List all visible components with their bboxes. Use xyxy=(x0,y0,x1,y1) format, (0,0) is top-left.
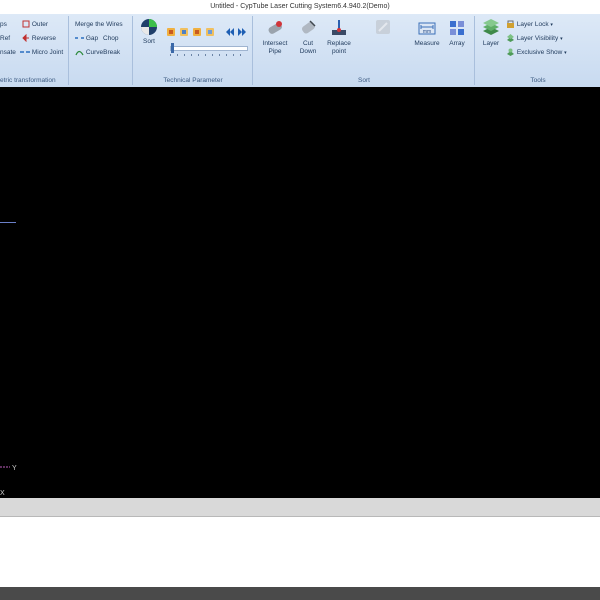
chevron-down-icon: ▾ xyxy=(560,36,563,42)
measure-button[interactable]: mm Measure xyxy=(412,18,442,48)
ribbon-item-label: Chop xyxy=(103,35,119,42)
param-layer-icon-1[interactable] xyxy=(167,28,175,36)
measure-icon: mm xyxy=(418,22,436,35)
ribbon-item-label: nsate xyxy=(0,49,16,56)
curve-break-button[interactable]: CurveBreak xyxy=(75,48,120,57)
layer-lock-icon xyxy=(507,20,514,29)
origin-marker-line xyxy=(0,222,16,223)
param-layer-icon-3[interactable] xyxy=(193,28,201,36)
intersect-pipe-button[interactable]: Intersect Pipe xyxy=(258,18,292,55)
ribbon: ps Outer Ref Reverse nsate Micro Joint e… xyxy=(0,14,600,88)
ribbon-item-label: Gap xyxy=(85,35,99,42)
axis-y-label: Y xyxy=(12,465,17,472)
group-label: Sort xyxy=(358,77,370,84)
replace-point-button[interactable]: Replace point xyxy=(324,18,354,55)
ribbon-item-ps[interactable]: ps xyxy=(0,20,7,29)
ribbon-item-label: CurveBreak xyxy=(85,49,121,56)
intersect-pipe-icon xyxy=(268,21,282,34)
replace-point-label: Replace point xyxy=(327,40,351,55)
ribbon-item-label: Ref xyxy=(0,35,11,42)
group-label: Technical Parameter xyxy=(163,77,223,84)
exclusive-show-label: Exclusive Show xyxy=(516,49,563,56)
array-label: Array xyxy=(449,40,465,47)
output-console[interactable] xyxy=(0,517,600,587)
horizontal-splitter[interactable] xyxy=(0,498,600,517)
group-tools: Layer Layer Lock ▾ Layer Visibility ▾ Ex… xyxy=(476,16,600,85)
gap-button[interactable]: Gap xyxy=(75,34,98,43)
drawing-canvas[interactable]: Y X xyxy=(0,87,600,498)
chevron-down-icon: ▾ xyxy=(550,22,553,28)
rewind-icon[interactable] xyxy=(226,28,234,36)
ribbon-item-label: Outer xyxy=(31,21,49,28)
ribbon-item-label: Merge the Wires xyxy=(75,21,123,28)
param-layer-icon-2[interactable] xyxy=(180,28,188,36)
group-label: Tools xyxy=(530,77,546,84)
group-geometric-transformation: ps Outer Ref Reverse nsate Micro Joint e… xyxy=(0,16,69,85)
disabled-sort-button xyxy=(366,18,400,38)
layer-button[interactable]: Layer xyxy=(478,18,504,48)
curve-break-icon xyxy=(75,51,84,56)
fast-forward-icon[interactable] xyxy=(238,28,246,36)
group-sort: Intersect Pipe Cut Down Replace point mm… xyxy=(254,16,475,85)
layer-visibility-icon xyxy=(507,34,514,43)
array-icon xyxy=(450,21,464,35)
ribbon-item-outer[interactable]: Outer xyxy=(22,20,48,29)
ribbon-item-reverse[interactable]: Reverse xyxy=(22,34,56,43)
layer-lock-dropdown[interactable]: Layer Lock ▾ xyxy=(506,20,553,30)
layer-visibility-dropdown[interactable]: Layer Visibility ▾ xyxy=(506,34,563,44)
array-button[interactable]: Array xyxy=(444,18,470,48)
slider-thumb[interactable] xyxy=(171,43,174,53)
sort-label: Sort xyxy=(143,38,155,45)
exclusive-show-dropdown[interactable]: Exclusive Show ▾ xyxy=(506,48,567,58)
merge-wires-button[interactable]: Merge the Wires xyxy=(75,20,123,29)
slider-ticks xyxy=(170,54,246,56)
ribbon-item-compensate[interactable]: nsate xyxy=(0,48,16,57)
outer-icon xyxy=(22,20,30,28)
ribbon-item-label: Reverse xyxy=(31,35,57,42)
chevron-down-icon: ▾ xyxy=(564,50,567,56)
chop-button[interactable]: Chop xyxy=(103,34,119,43)
parameter-slider[interactable] xyxy=(170,43,248,53)
gap-icon xyxy=(75,37,84,40)
window-title: Untitled - CypTube Laser Cutting System6… xyxy=(0,0,600,14)
layer-icon xyxy=(483,19,499,35)
ribbon-item-label: Micro Joint xyxy=(31,49,64,56)
status-bar xyxy=(0,587,600,600)
ribbon-item-ref[interactable]: Ref xyxy=(0,34,10,43)
ribbon-item-micro-joint[interactable]: Micro Joint xyxy=(20,48,63,57)
group-wires: Merge the Wires Gap Chop CurveBreak xyxy=(70,16,133,85)
technical-icon-row xyxy=(167,28,246,36)
disabled-tool-icon xyxy=(376,20,390,34)
cut-down-icon xyxy=(301,20,316,34)
cut-down-button[interactable]: Cut Down xyxy=(294,18,322,55)
intersect-pipe-label: Intersect Pipe xyxy=(262,40,288,55)
exclusive-show-icon xyxy=(507,48,514,57)
replace-point-icon xyxy=(332,20,346,35)
axis-x-label: X xyxy=(0,490,5,497)
micro-joint-icon xyxy=(20,51,30,54)
cut-down-label: Cut Down xyxy=(299,40,317,55)
group-technical-parameter: Sort Technical Parameter xyxy=(134,16,253,85)
measure-label: Measure xyxy=(414,40,440,47)
layer-visibility-label: Layer Visibility xyxy=(516,35,559,42)
svg-text:mm: mm xyxy=(423,29,431,35)
param-layer-icon-4[interactable] xyxy=(206,28,214,36)
sort-button[interactable]: Sort xyxy=(138,18,160,46)
layer-lock-label: Layer Lock xyxy=(516,21,549,28)
sort-icon xyxy=(141,19,157,35)
ribbon-item-label: ps xyxy=(0,21,7,28)
layer-label: Layer xyxy=(482,40,500,47)
group-label: etric transformation xyxy=(0,77,56,84)
reverse-icon xyxy=(22,34,29,43)
